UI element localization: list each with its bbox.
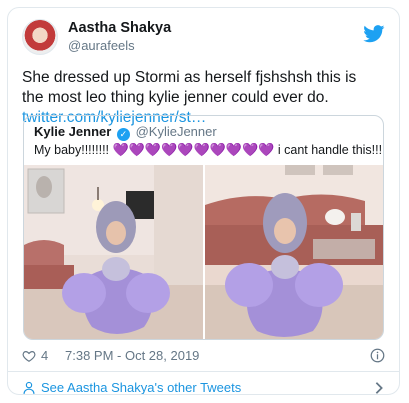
photo-right-image <box>205 165 383 339</box>
quoted-author-handle: @KylieJenner <box>135 124 217 139</box>
tweet-header: Aastha Shakya @aurafeels <box>22 19 385 59</box>
author-name[interactable]: Aastha Shakya <box>68 20 171 36</box>
author-handle[interactable]: @aurafeels <box>68 38 135 53</box>
photo-left-image <box>24 165 203 339</box>
quoted-header: Kylie Jenner ✓ @KylieJenner <box>34 124 217 141</box>
person-icon <box>23 381 35 394</box>
twitter-bird-icon[interactable] <box>363 25 385 43</box>
timestamp-link[interactable]: 7:38 PM - Oct 28, 2019 <box>65 348 199 363</box>
embedded-tweet-card: Aastha Shakya @aurafeels She dressed up … <box>7 7 400 395</box>
verified-badge-icon: ✓ <box>116 128 130 141</box>
purple-hearts-emoji: 💜💜💜💜💜💜💜💜💜💜 <box>112 142 275 157</box>
quoted-photos <box>24 165 383 339</box>
quoted-author-name: Kylie Jenner <box>34 124 112 139</box>
info-icon[interactable] <box>370 348 385 363</box>
see-more-label[interactable]: See Aastha Shakya's other Tweets <box>41 380 241 394</box>
tweet-body: She dressed up Stormi as herself fjshshs… <box>22 69 357 106</box>
photo-right[interactable] <box>205 165 383 339</box>
quoted-text: My baby!!!!!!!! 💜💜💜💜💜💜💜💜💜💜 i cant handle… <box>34 142 384 158</box>
quoted-tweet[interactable]: Kylie Jenner ✓ @KylieJenner My baby!!!!!… <box>23 115 384 340</box>
quoted-text-end: i cant handle this!!!! <box>277 143 384 157</box>
photo-left[interactable] <box>24 165 203 339</box>
chevron-right-icon[interactable] <box>373 381 385 395</box>
heart-outline-icon[interactable] <box>22 349 36 363</box>
tweet-footer: 4 7:38 PM - Oct 28, 2019 <box>22 347 385 367</box>
avatar[interactable] <box>22 19 58 55</box>
like-count[interactable]: 4 <box>41 348 48 363</box>
see-more-tweets-link[interactable]: See Aastha Shakya's other Tweets <box>22 379 385 395</box>
quoted-text-start: My baby!!!!!!!! <box>34 143 110 157</box>
footer-divider <box>8 371 399 372</box>
